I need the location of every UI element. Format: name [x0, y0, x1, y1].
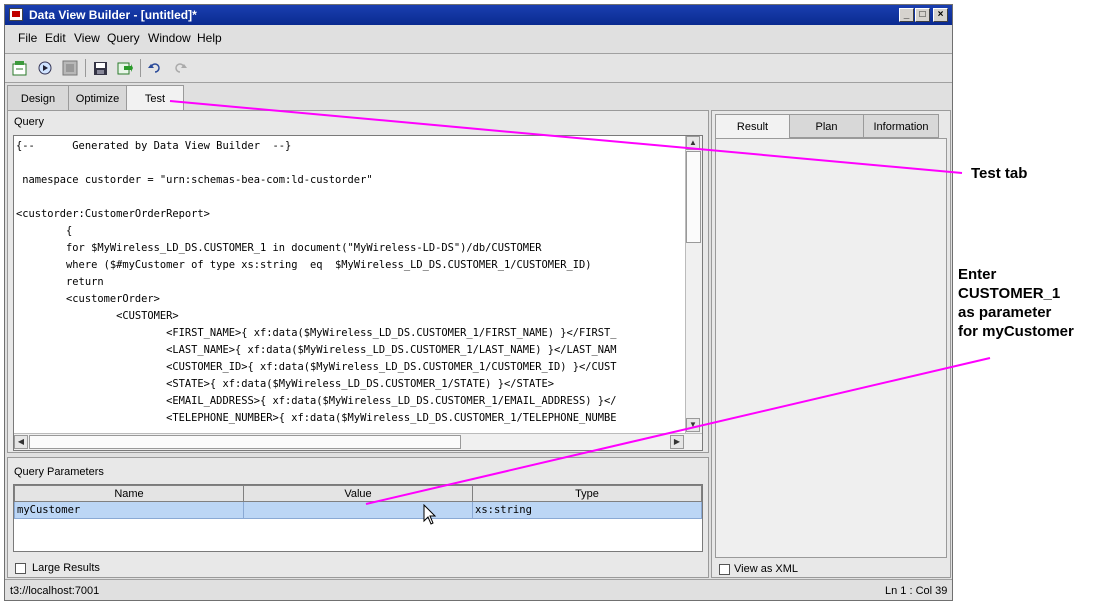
annotation-line: Enter — [958, 266, 997, 283]
test-tab-callout-line — [169, 100, 963, 174]
annotation-line: CUSTOMER_1 — [958, 285, 1061, 302]
annotation-test-tab: Test tab — [971, 165, 1028, 182]
annotation-line: as parameter — [958, 304, 1052, 321]
annotation-line: for myCustomer — [958, 323, 1074, 340]
parameter-callout-line — [365, 357, 991, 505]
annotation-enter-parameter: Enter CUSTOMER_1 as parameter for myCust… — [958, 265, 1074, 341]
annotation-lines — [169, 100, 991, 505]
